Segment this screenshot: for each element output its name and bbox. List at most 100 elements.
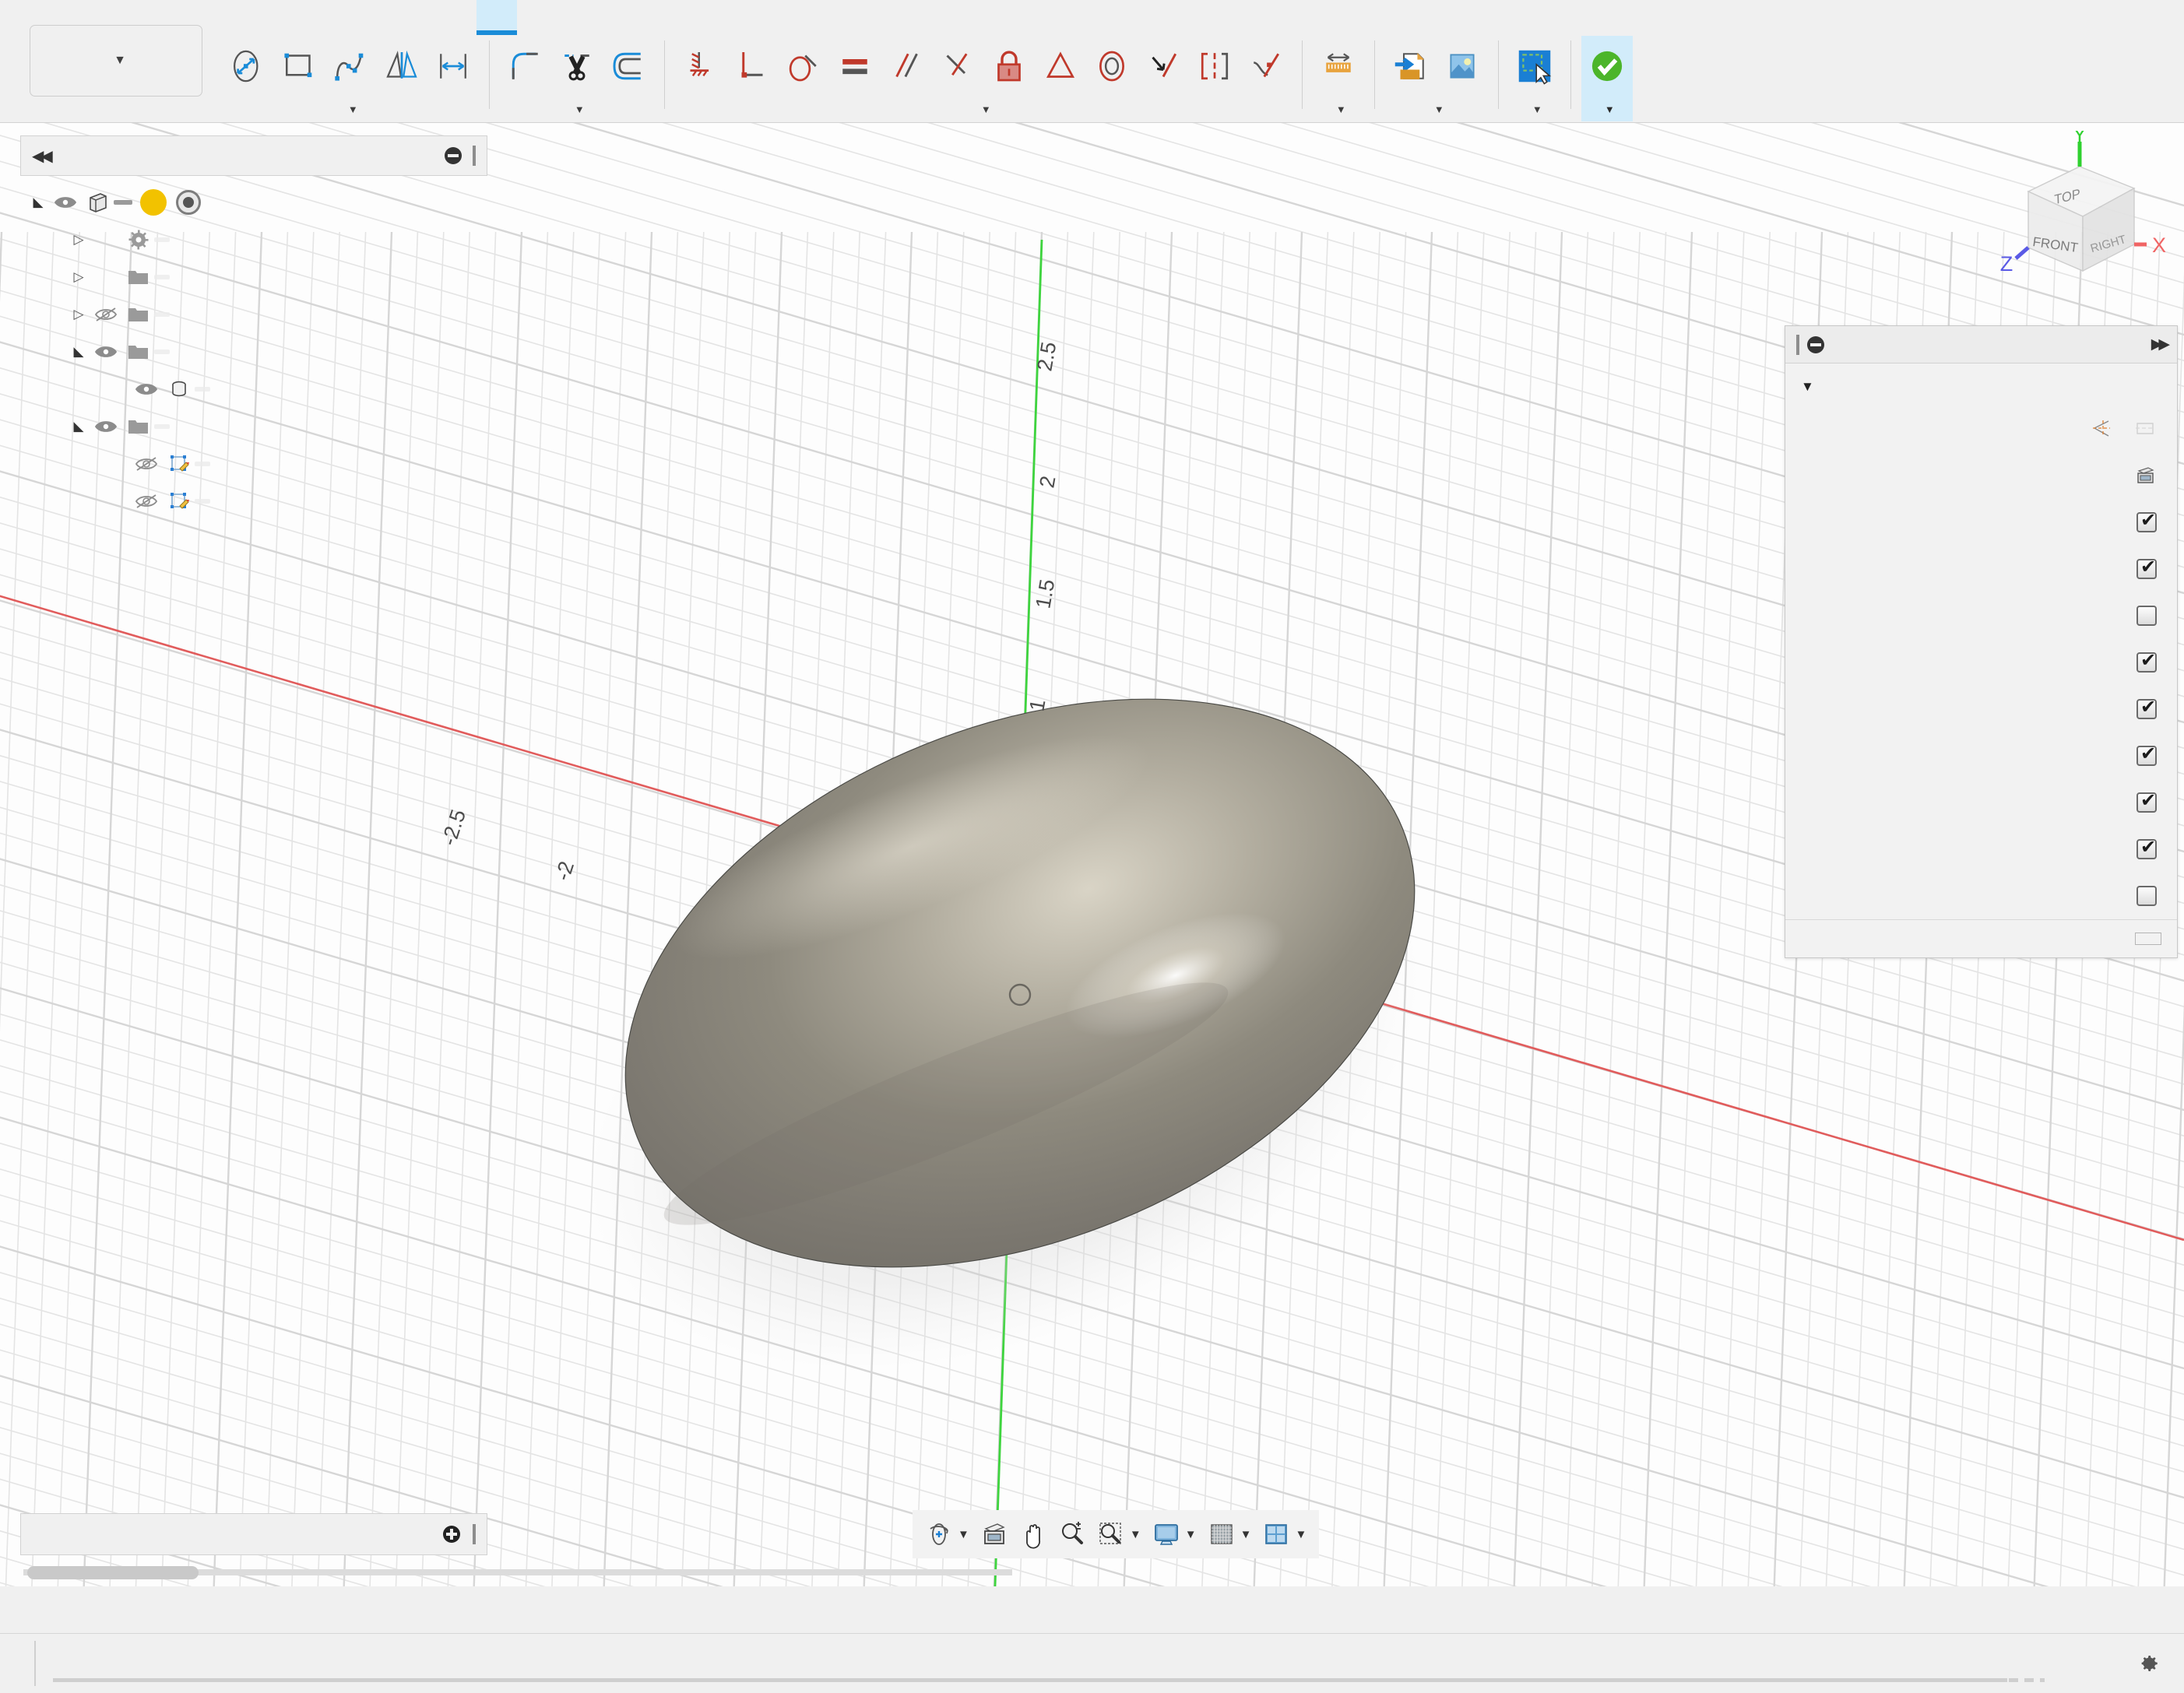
look-at-icon[interactable] (2133, 465, 2157, 486)
tree-expand-arrow-open-icon[interactable]: ◣ (69, 344, 89, 360)
constraint-concentric-button[interactable] (1086, 38, 1138, 94)
linetype-construction-icon[interactable] (2090, 418, 2113, 440)
visibility-toggle[interactable] (48, 194, 83, 211)
finish-sketch-check-button[interactable] (1581, 38, 1633, 94)
eye-hidden-icon[interactable] (135, 455, 158, 472)
checkbox-show-dimensions[interactable] (2137, 746, 2157, 766)
tool-group-label-modify[interactable]: ▼ (569, 97, 585, 121)
horizontal-scrollbar[interactable] (23, 1566, 2172, 1580)
chevron-down-icon[interactable]: ▼ (1240, 1528, 1252, 1541)
checkbox-3d-sketch[interactable] (2137, 886, 2157, 906)
modify-trim-button[interactable] (551, 38, 603, 94)
finish-sketch-button[interactable] (2135, 933, 2161, 945)
ribbon-tab-surface[interactable] (274, 0, 315, 35)
ribbon-tab-solid[interactable] (234, 0, 274, 35)
constraint-perpendicular-button[interactable] (726, 38, 778, 94)
eye-visible-icon[interactable] (94, 418, 118, 435)
ribbon-tab-sketch[interactable] (477, 0, 517, 35)
plus-circle-icon[interactable] (443, 1526, 460, 1543)
look-at-button[interactable] (976, 1514, 1013, 1554)
visibility-toggle[interactable] (89, 343, 123, 360)
tree-expand-arrow-open-icon[interactable]: ◣ (69, 419, 89, 434)
activate-component-radio[interactable] (176, 190, 201, 215)
create-dimension-button[interactable] (427, 38, 479, 94)
timeline-settings-button[interactable] (2129, 1650, 2184, 1677)
pan-hand-button[interactable] (1015, 1514, 1052, 1554)
constraint-equal-button[interactable] (829, 38, 881, 94)
visibility-toggle[interactable] (129, 493, 164, 510)
tool-group-label-insert[interactable]: ▼ (1429, 97, 1444, 121)
tree-expand-arrow-closed-icon[interactable]: ▷ (69, 269, 89, 285)
grid-snaps-button[interactable] (1203, 1514, 1240, 1554)
checkbox-snap[interactable] (2137, 559, 2157, 579)
eye-hidden-icon[interactable] (135, 493, 158, 510)
modify-offset-button[interactable] (603, 38, 654, 94)
checkbox-show-profile[interactable] (2137, 652, 2157, 673)
browser-tree-item-document-settings[interactable]: ▷ (20, 221, 487, 258)
panel-resize-grip[interactable] (473, 146, 476, 166)
constraint-symmetry-button[interactable] (932, 38, 983, 94)
ribbon-tab-sheet-metal[interactable] (355, 0, 396, 35)
view-cube[interactable]: TOP FRONT RIGHT Y X Z (1986, 131, 2173, 302)
insert-image-button[interactable] (1437, 38, 1488, 94)
create-rectangle-button[interactable] (273, 38, 325, 94)
checkbox-show-constraints[interactable] (2137, 792, 2157, 813)
browser-tree-item-bodies[interactable]: ◣ (20, 333, 487, 371)
tool-group-label-constraints[interactable]: ▼ (976, 97, 991, 121)
version-badge[interactable] (140, 189, 167, 216)
create-ellipse-button[interactable] (222, 38, 273, 94)
eye-hidden-icon[interactable] (94, 306, 118, 323)
eye-visible-icon[interactable] (135, 381, 158, 398)
scrollbar-thumb[interactable] (27, 1566, 199, 1579)
chevron-down-icon[interactable]: ▼ (1130, 1528, 1141, 1541)
minus-circle-icon[interactable] (1807, 336, 1824, 353)
viewport-canvas[interactable]: 2.5 2 1.5 1 -2.5 -2 ◀◀ ◣▷▷▷◣ ◣ (0, 123, 2184, 1586)
ribbon-tab-plastic[interactable] (396, 0, 436, 35)
constraint-tangent-button[interactable] (778, 38, 829, 94)
comments-panel[interactable] (20, 1513, 487, 1555)
zoom-window-button[interactable] (1092, 1514, 1130, 1554)
browser-tree-item-origin[interactable]: ▷ (20, 296, 487, 333)
zoom-magnifier-button[interactable] (1053, 1514, 1091, 1554)
create-spline-button[interactable] (325, 38, 376, 94)
browser-tree-item-sketch2[interactable] (20, 483, 487, 520)
tree-expand-arrow-open-icon[interactable]: ◣ (28, 195, 48, 210)
inspect-measure-button[interactable] (1313, 38, 1364, 94)
eye-visible-icon[interactable] (94, 343, 118, 360)
tool-group-label-select[interactable]: ▼ (1527, 97, 1542, 121)
tree-expand-arrow-closed-icon[interactable]: ▷ (69, 307, 89, 322)
constraint-midpoint-button[interactable] (1035, 38, 1086, 94)
comments-resize-grip[interactable] (473, 1524, 476, 1544)
chevron-down-icon[interactable]: ▼ (958, 1528, 969, 1541)
checkbox-sketch-grid[interactable] (2137, 512, 2157, 532)
constraint-coincident-button[interactable] (675, 38, 726, 94)
palette-drag-grip[interactable] (1796, 335, 1799, 355)
browser-tree-item-sketches[interactable]: ◣ (20, 408, 487, 445)
constraint-smooth-button[interactable] (1189, 38, 1240, 94)
browser-tree-item-frog-v5-recovered[interactable]: ◣ (20, 184, 487, 221)
eye-visible-icon[interactable] (54, 194, 77, 211)
browser-tree-item-body1[interactable] (20, 371, 487, 408)
tool-group-label-create[interactable]: ▼ (343, 97, 358, 121)
workspace-switcher-button[interactable]: ▼ (30, 25, 202, 97)
linetype-centerline-icon[interactable] (2133, 418, 2157, 440)
chevron-down-icon[interactable]: ▼ (1185, 1528, 1197, 1541)
tool-group-label-inspect[interactable]: ▼ (1331, 97, 1346, 121)
palette-options-section-header[interactable]: ▼ (1785, 364, 2177, 406)
double-right-arrow-icon[interactable]: ▶▶ (2151, 335, 2166, 353)
display-settings-monitor-button[interactable] (1148, 1514, 1185, 1554)
minus-circle-icon[interactable] (445, 147, 462, 164)
constraint-fix-lock-button[interactable] (983, 38, 1035, 94)
visibility-toggle[interactable] (129, 455, 164, 472)
timeline-track[interactable] (53, 1634, 2129, 1693)
select-window-button[interactable] (1509, 38, 1560, 94)
visibility-toggle[interactable] (89, 418, 123, 435)
ribbon-tab-utilities[interactable] (436, 0, 477, 35)
chevron-down-icon[interactable]: ▼ (1295, 1528, 1307, 1541)
modify-fillet-button[interactable] (500, 38, 551, 94)
constraint-parallel-button[interactable] (881, 38, 932, 94)
checkbox-slice[interactable] (2137, 606, 2157, 626)
tree-expand-arrow-closed-icon[interactable]: ▷ (69, 232, 89, 248)
orbit-button[interactable] (920, 1514, 958, 1554)
double-left-arrow-icon[interactable]: ◀◀ (32, 146, 50, 166)
